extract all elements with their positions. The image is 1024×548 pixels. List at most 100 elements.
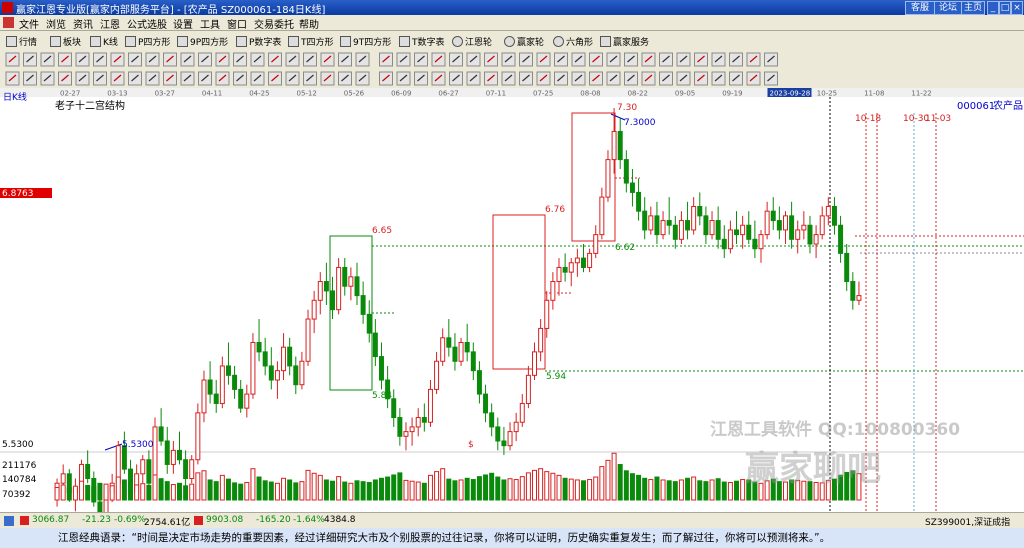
volume-bar <box>195 472 201 501</box>
candle-body <box>97 501 103 512</box>
candle-body <box>672 224 678 240</box>
date-tick: 04-25 <box>249 90 269 98</box>
candle-body <box>293 365 299 386</box>
menu-help[interactable]: 帮助 <box>299 16 319 31</box>
volume-bar <box>128 481 134 501</box>
candle-body <box>697 205 703 217</box>
candle-body <box>813 234 819 245</box>
tb-kline-button[interactable]: K线 <box>90 34 118 48</box>
candle-body <box>734 229 740 236</box>
volume-bar <box>232 482 238 501</box>
drawing-tools-icons[interactable] <box>0 50 1024 69</box>
volume-bar <box>427 474 433 501</box>
menu-trade[interactable]: 交易委托 <box>254 16 294 31</box>
candle-body <box>838 224 844 254</box>
volume-bar <box>685 477 691 501</box>
label-6.76: 6.76 <box>545 205 565 215</box>
tb-hexagon-button[interactable]: 六角形 <box>553 34 593 48</box>
tb-t-numtable-button[interactable]: T数字表 <box>399 34 445 48</box>
volume-bar <box>727 481 733 501</box>
candle-body <box>746 224 752 240</box>
menu-gann[interactable]: 江恩 <box>100 16 120 31</box>
label-axis-5.5300: 5.5300 <box>2 440 34 450</box>
volume-bar <box>79 480 85 501</box>
volume-bars <box>54 452 862 501</box>
doc-icon <box>3 17 14 28</box>
tb-gann-wheel-button[interactable]: 江恩轮 <box>452 34 492 48</box>
candle-body <box>856 295 862 301</box>
price-marker-text: 6.8763 <box>2 189 34 199</box>
sz-index: 9903.08 <box>206 515 244 525</box>
box-red-1 <box>492 214 546 370</box>
forum-button[interactable]: 论坛 <box>934 1 962 15</box>
candle-body <box>403 431 409 437</box>
tb-t-square-button[interactable]: T四方形 <box>288 34 334 48</box>
volume-bar <box>311 472 317 501</box>
menu-settings[interactable]: 设置 <box>173 16 193 31</box>
sz-up-icon <box>194 516 203 525</box>
menu-info[interactable]: 资讯 <box>73 16 93 31</box>
candle-body <box>256 342 262 353</box>
label-7.3000: 7.3000 <box>624 118 656 128</box>
candle-body <box>452 346 458 362</box>
candle-body <box>801 224 807 231</box>
candle-body <box>366 313 372 334</box>
volume-bar <box>262 480 268 501</box>
period-label: 日K线 <box>3 91 27 103</box>
menu-window[interactable]: 窗口 <box>227 16 247 31</box>
tb-winner-wheel-button[interactable]: 赢家轮 <box>504 34 544 48</box>
maximize-button[interactable]: □ <box>999 1 1011 15</box>
date-tick: 05-26 <box>344 90 365 98</box>
candle-body <box>727 229 733 250</box>
tb-sector-button[interactable]: 板块 <box>50 34 81 48</box>
volume-bar <box>342 481 348 501</box>
candle-body <box>685 220 691 231</box>
date-tick: 11-22 <box>911 90 931 98</box>
window-title: 赢家江恩专业版[赢家内部服务平台] - [农产品 SZ000061-184日K线… <box>16 5 326 16</box>
volume-bar <box>109 485 115 501</box>
candle-body <box>195 412 201 461</box>
analysis-tools-icons[interactable] <box>0 69 1024 88</box>
chart-canvas[interactable]: 02-27 03-13 03-27 04-11 04-25 05-12 05-26 06-09… <box>0 88 1024 512</box>
price-marker: 6.8763 <box>0 188 52 199</box>
minimize-button[interactable]: _ <box>987 1 999 15</box>
vol-tick-3: 70392 <box>2 490 31 500</box>
support-button[interactable]: 客服 <box>905 1 935 15</box>
volume-bar <box>666 480 672 501</box>
candle-body <box>146 459 152 484</box>
stock-name: 农产品 <box>993 99 1023 112</box>
candle-body <box>501 440 507 447</box>
kline-chart[interactable]: 02-27 03-13 03-27 04-11 04-25 05-12 05-26 06-09… <box>0 88 1024 512</box>
volume-bar <box>507 478 513 501</box>
volume-bar <box>238 483 244 501</box>
home-button[interactable]: 主页 <box>961 1 985 15</box>
candle-body <box>311 299 317 320</box>
menu-formula[interactable]: 公式选股 <box>127 16 167 31</box>
tb-service-button[interactable]: 赢家服务 <box>600 34 649 48</box>
volume-bar <box>397 472 403 501</box>
candle-body <box>348 276 354 287</box>
candle-body <box>740 224 746 236</box>
tb-9p-square-button[interactable]: 9P四方形 <box>177 34 228 48</box>
candle-body <box>844 252 850 283</box>
candle-body <box>513 421 519 433</box>
tb-p-numtable-button[interactable]: P数字表 <box>236 34 281 48</box>
candle-body <box>611 130 617 161</box>
sh-pct: -0.69% <box>114 515 146 525</box>
volume-bar <box>415 481 421 501</box>
volume-bar <box>189 483 195 501</box>
candle-body <box>287 346 293 367</box>
menu-file[interactable]: 文件 <box>19 16 39 31</box>
tb-quotes-button[interactable]: 行情 <box>6 34 37 48</box>
menu-tools[interactable]: 工具 <box>200 16 220 31</box>
candle-body <box>678 220 684 240</box>
tb-9t-square-button[interactable]: 9T四方形 <box>340 34 391 48</box>
volume-bar <box>483 474 489 501</box>
toolbar-analysis <box>0 69 1024 89</box>
volume-bar <box>623 470 629 501</box>
menu-browse[interactable]: 浏览 <box>46 16 66 31</box>
tb-p-square-button[interactable]: P四方形 <box>125 34 170 48</box>
close-button[interactable]: × <box>1011 1 1023 15</box>
title-bar: 赢家江恩专业版[赢家内部服务平台] - [农产品 SZ000061-184日K线… <box>0 0 1024 16</box>
t-square-icon <box>288 35 299 47</box>
